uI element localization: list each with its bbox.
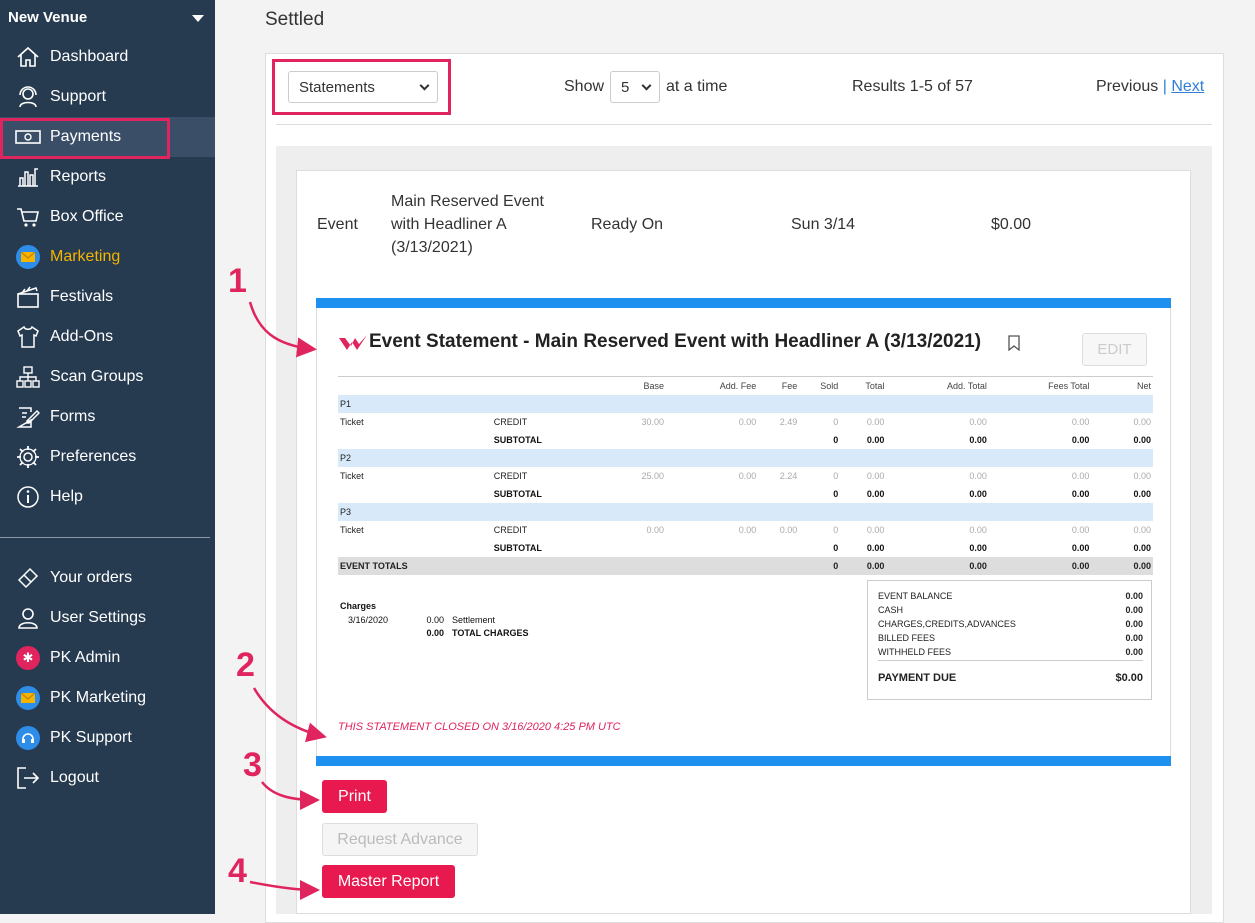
annotation-arrow-3 xyxy=(261,781,320,810)
annotation-arrows xyxy=(248,301,327,900)
annotation-arrow-1 xyxy=(248,301,317,358)
annotation-arrow-4 xyxy=(249,879,320,900)
annotation-arrow-2 xyxy=(252,687,327,743)
